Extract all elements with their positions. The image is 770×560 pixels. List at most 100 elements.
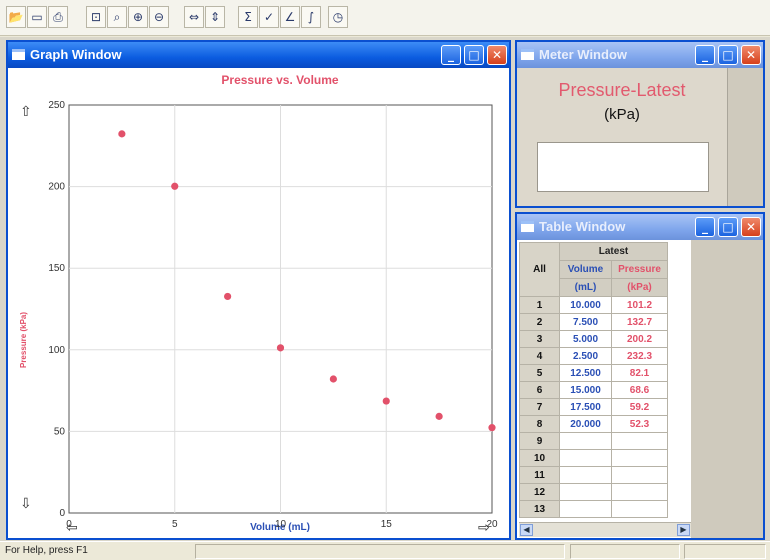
volume-cell[interactable]: 5.000 xyxy=(559,330,612,348)
table-row[interactable]: 12 xyxy=(519,483,668,501)
row-number[interactable]: 3 xyxy=(519,330,560,348)
graph-window-titlebar[interactable]: Graph Window _ □ ✕ xyxy=(8,42,509,68)
pressure-cell[interactable]: 52.3 xyxy=(611,415,668,433)
pressure-cell[interactable]: 59.2 xyxy=(611,398,668,416)
volume-cell[interactable] xyxy=(559,432,612,450)
column-unit-volume: (mL) xyxy=(559,278,612,297)
select-all-button[interactable]: All xyxy=(519,242,560,297)
row-number[interactable]: 6 xyxy=(519,381,560,399)
stats-icon[interactable]: Σ xyxy=(238,6,258,28)
pressure-cell[interactable]: 82.1 xyxy=(611,364,668,382)
minimize-button[interactable]: _ xyxy=(441,45,461,65)
tangent-icon[interactable]: ✓ xyxy=(259,6,279,28)
volume-cell[interactable]: 7.500 xyxy=(559,313,612,331)
pressure-cell[interactable] xyxy=(611,432,668,450)
row-number[interactable]: 12 xyxy=(519,483,560,501)
meter-window-titlebar[interactable]: Meter Window _ □ ✕ xyxy=(517,42,763,68)
data-point[interactable] xyxy=(171,182,179,190)
data-point[interactable] xyxy=(488,424,496,432)
pressure-cell[interactable]: 101.2 xyxy=(611,296,668,314)
minimize-button[interactable]: _ xyxy=(695,217,715,237)
zoom-page-icon[interactable]: ⊡ xyxy=(86,6,106,28)
pressure-cell[interactable]: 200.2 xyxy=(611,330,668,348)
data-point[interactable] xyxy=(224,292,232,301)
row-number[interactable]: 1 xyxy=(519,296,560,314)
volume-cell[interactable] xyxy=(559,466,612,484)
zoom-in-icon[interactable]: ⊕ xyxy=(128,6,148,28)
zoom-select-icon[interactable]: ⌕ xyxy=(107,6,127,28)
meter-unit: (kPa) xyxy=(604,106,640,123)
table-row[interactable]: 1 10.000 101.2 xyxy=(519,296,668,314)
table-row[interactable]: 4 2.500 232.3 xyxy=(519,347,668,365)
horizontal-scrollbar[interactable]: ◀ ▶ xyxy=(519,522,691,537)
integral-icon[interactable]: ∫ xyxy=(301,6,321,28)
volume-cell[interactable] xyxy=(559,500,612,518)
row-number[interactable]: 2 xyxy=(519,313,560,331)
volume-cell[interactable]: 20.000 xyxy=(559,415,612,433)
row-number[interactable]: 9 xyxy=(519,432,560,450)
pressure-cell[interactable]: 132.7 xyxy=(611,313,668,331)
column-header-volume[interactable]: Volume xyxy=(559,260,612,279)
pressure-cell[interactable] xyxy=(611,466,668,484)
pressure-cell[interactable] xyxy=(611,483,668,501)
row-number[interactable]: 13 xyxy=(519,500,560,518)
status-panel xyxy=(684,544,766,559)
pressure-volume-plot[interactable]: Pressure vs. Volume Volume (mL) Pressure… xyxy=(8,68,509,538)
row-number[interactable]: 8 xyxy=(519,415,560,433)
volume-cell[interactable]: 10.000 xyxy=(559,296,612,314)
table-row[interactable]: 2 7.500 132.7 xyxy=(519,313,668,331)
timer-icon[interactable]: ◷ xyxy=(328,6,348,28)
table-row[interactable]: 5 12.500 82.1 xyxy=(519,364,668,382)
scroll-up-arrow-icon[interactable]: ⇧ xyxy=(20,103,32,119)
close-button[interactable]: ✕ xyxy=(741,45,761,65)
maximize-button[interactable]: □ xyxy=(718,45,738,65)
pressure-cell[interactable]: 232.3 xyxy=(611,347,668,365)
scroll-right-arrow-icon[interactable]: ⇨ xyxy=(478,519,490,535)
data-point[interactable] xyxy=(276,344,285,352)
print-icon[interactable]: ⎙ xyxy=(48,6,68,28)
volume-cell[interactable] xyxy=(559,483,612,501)
scroll-left-arrow-icon[interactable]: ⇦ xyxy=(66,519,78,535)
scroll-left-icon[interactable]: ◀ xyxy=(520,524,533,536)
autoscale-x-icon[interactable]: ⇔ xyxy=(184,6,204,28)
table-row[interactable]: 6 15.000 68.6 xyxy=(519,381,668,399)
fit-icon[interactable]: ∠ xyxy=(280,6,300,28)
pressure-cell[interactable] xyxy=(611,500,668,518)
row-number[interactable]: 5 xyxy=(519,364,560,382)
open-icon[interactable]: 📂 xyxy=(6,6,26,28)
volume-cell[interactable]: 12.500 xyxy=(559,364,612,382)
volume-cell[interactable]: 15.000 xyxy=(559,381,612,399)
row-number[interactable]: 10 xyxy=(519,449,560,467)
data-point[interactable] xyxy=(329,375,337,383)
maximize-button[interactable]: □ xyxy=(718,217,738,237)
data-point[interactable] xyxy=(118,130,126,138)
minimize-button[interactable]: _ xyxy=(695,45,715,65)
volume-cell[interactable] xyxy=(559,449,612,467)
pressure-cell[interactable] xyxy=(611,449,668,467)
volume-cell[interactable]: 2.500 xyxy=(559,347,612,365)
table-row[interactable]: 9 xyxy=(519,432,668,450)
pressure-cell[interactable]: 68.6 xyxy=(611,381,668,399)
data-point[interactable] xyxy=(382,397,390,405)
autoscale-y-icon[interactable]: ⇕ xyxy=(205,6,225,28)
save-icon[interactable]: ▭ xyxy=(27,6,47,28)
row-number[interactable]: 4 xyxy=(519,347,560,365)
table-row[interactable]: 8 20.000 52.3 xyxy=(519,415,668,433)
row-number[interactable]: 11 xyxy=(519,466,560,484)
zoom-out-icon[interactable]: ⊖ xyxy=(149,6,169,28)
table-row[interactable]: 10 xyxy=(519,449,668,467)
scroll-down-arrow-icon[interactable]: ⇩ xyxy=(20,495,32,511)
column-header-pressure[interactable]: Pressure xyxy=(611,260,668,279)
maximize-button[interactable]: □ xyxy=(464,45,484,65)
table-row[interactable]: 3 5.000 200.2 xyxy=(519,330,668,348)
table-row[interactable]: 13 xyxy=(519,500,668,518)
volume-cell[interactable]: 17.500 xyxy=(559,398,612,416)
table-window-titlebar[interactable]: Table Window _ □ ✕ xyxy=(517,214,763,240)
table-row[interactable]: 7 17.500 59.2 xyxy=(519,398,668,416)
close-button[interactable]: ✕ xyxy=(487,45,507,65)
row-number[interactable]: 7 xyxy=(519,398,560,416)
data-point[interactable] xyxy=(435,412,443,420)
scroll-right-icon[interactable]: ▶ xyxy=(677,524,690,536)
close-button[interactable]: ✕ xyxy=(741,217,761,237)
table-row[interactable]: 11 xyxy=(519,466,668,484)
